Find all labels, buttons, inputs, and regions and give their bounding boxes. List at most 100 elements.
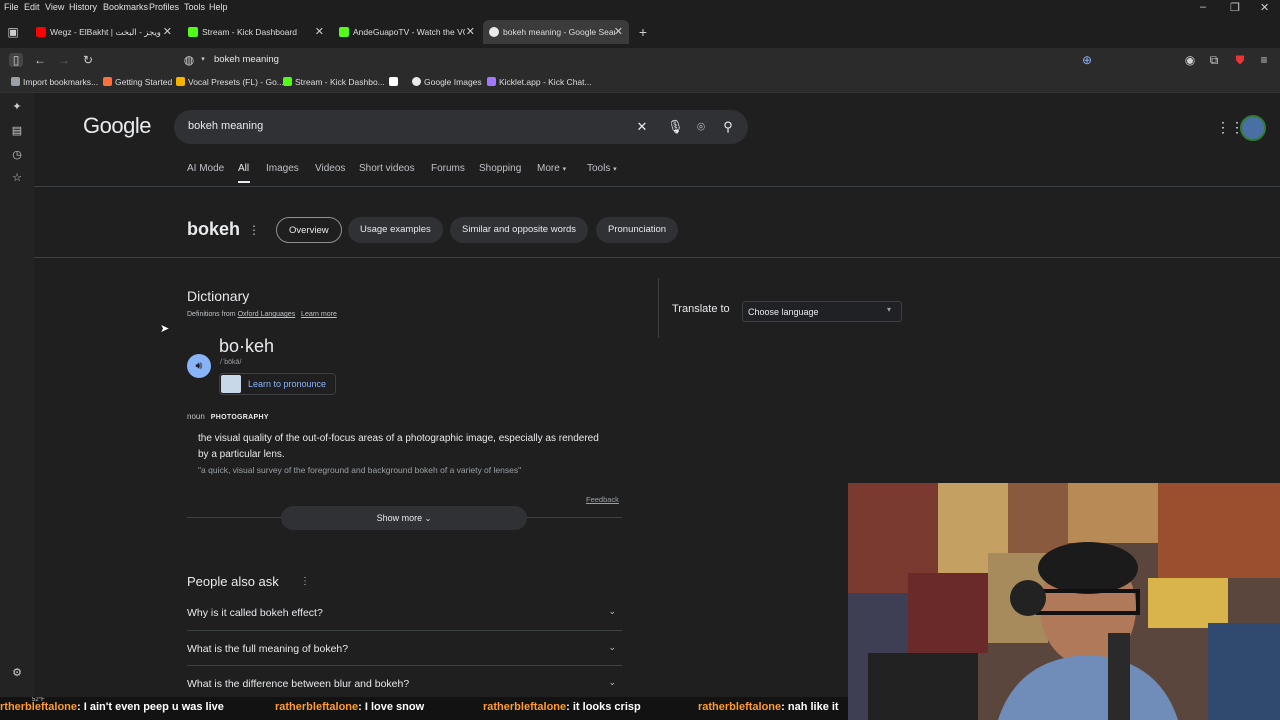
chip-overview[interactable]: Overview [276,217,342,243]
tab-all[interactable]: All [238,163,249,174]
ticker-user: ratherbleftalone [698,701,782,713]
close-tab-icon[interactable]: ✕ [466,25,475,38]
bookmark-label: Google Images [424,77,482,87]
close-window-icon[interactable]: ✕ [1260,1,1269,14]
site-info-icon[interactable]: ◍ [182,53,196,67]
learn-more-link[interactable]: Learn more [301,311,337,318]
bookmark-label: Vocal Presets (FL) - Go... [188,77,284,87]
bookmark-kicklet[interactable]: Kicklet.app - Kick Chat... [487,77,592,87]
ublock-icon[interactable]: ⛊ [1233,53,1247,67]
tab-title: AndeGuapoTV - Watch the VOD [353,27,465,37]
bookmark-kick-dashboard[interactable]: Stream - Kick Dashbo... [283,77,385,87]
chevron-down-icon: ▾ [613,166,617,173]
bookmarks-star-icon[interactable]: ☆ [10,171,24,185]
pos-label: noun [187,412,205,421]
chevron-down-icon[interactable]: ▾ [196,53,210,67]
chevron-down-icon: ⌄ [608,642,616,652]
tab-overview-icon[interactable]: ▣ [6,25,20,39]
more-options-icon[interactable]: ⋮ [248,223,260,237]
speaker-icon[interactable]: 🔊︎ [187,354,211,378]
menu-icon[interactable]: ≡ [1257,53,1271,67]
tab-tools[interactable]: Tools ▾ [587,163,617,174]
tab-forums[interactable]: Forums [431,163,465,174]
tab-wegz[interactable]: Wegz - ElBakht | ويجز - البخت ✕ [30,20,178,44]
menu-profiles[interactable]: Profiles [149,2,179,12]
minimize-icon[interactable]: – [1200,1,1206,13]
feedback-link[interactable]: Feedback [586,495,619,504]
tab-shopping[interactable]: Shopping [479,163,521,174]
chip-pronunciation[interactable]: Pronunciation [596,217,679,243]
menu-tools[interactable]: Tools [184,2,205,12]
paa-question[interactable]: What is the full meaning of bokeh? ⌄ [187,630,622,665]
chip-usage-examples[interactable]: Usage examples [348,217,443,243]
menu-file[interactable]: File [4,2,19,12]
tab-videos[interactable]: Videos [315,163,345,174]
menu-edit[interactable]: Edit [24,2,40,12]
close-tab-icon[interactable]: ✕ [614,25,623,38]
address-text[interactable]: bokeh meaning [214,54,279,65]
bookmark-google-images[interactable]: Google Images [412,77,482,87]
menu-bar: File Edit View History Bookmarks Profile… [0,0,1280,16]
tab-short-videos[interactable]: Short videos [359,163,415,174]
tab-more[interactable]: More ▾ [537,163,566,174]
sidebar-toggle-icon[interactable]: ▯ [9,53,23,67]
ticker-user: ratherbleftalone [483,701,567,713]
vertical-divider [658,278,659,338]
menu-bookmarks[interactable]: Bookmarks [103,2,148,12]
restore-icon[interactable]: ❐ [1230,1,1240,14]
kick-favicon-icon [339,27,349,37]
google-logo[interactable]: Google [83,113,151,139]
tab-kick-dashboard[interactable]: Stream - Kick Dashboard ✕ [182,20,330,44]
bookmark-import[interactable]: Import bookmarks... [11,77,98,87]
active-tab-indicator [238,181,250,183]
bookmark-label: Getting Started [115,77,173,87]
show-more-button[interactable]: Show more ⌄ [281,506,527,530]
avatar[interactable] [1240,115,1266,141]
close-tab-icon[interactable]: ✕ [163,25,172,38]
back-icon[interactable]: ← [33,53,47,67]
paa-question[interactable]: Why is it called bokeh effect? ⌄ [187,595,622,630]
clear-icon[interactable]: ✕ [634,119,650,135]
settings-gear-icon[interactable]: ⚙ [10,666,24,680]
microphone-icon[interactable]: 🎙︎ [667,119,684,135]
tab-andeguapo[interactable]: AndeGuapoTV - Watch the VOD ✕ [333,20,481,44]
extensions-icon[interactable]: ⧉ [1207,53,1221,67]
menu-view[interactable]: View [45,2,64,12]
lens-camera-icon[interactable]: ⌾ [693,119,709,135]
new-tab-icon[interactable]: + [636,25,650,39]
weather-temp: 52°F [32,697,45,703]
search-icon[interactable]: ⚲ [720,119,736,135]
oxford-link[interactable]: Oxford Languages [238,311,296,318]
history-icon[interactable]: ◷ [10,148,24,162]
drive-icon [176,77,185,86]
translate-page-icon[interactable]: ⊕ [1080,53,1094,67]
learn-to-pronounce-button[interactable]: Learn to pronounce [219,373,336,395]
search-query[interactable]: bokeh meaning [188,120,263,132]
ai-sparkle-icon[interactable]: ✦ [10,100,24,114]
tab-google-search[interactable]: bokeh meaning - Google Search ✕ [483,20,629,44]
search-input[interactable]: bokeh meaning ✕ 🎙︎ ⌾ ⚲ [174,110,748,144]
more-options-icon[interactable]: ⋮ [300,576,310,587]
address-bar[interactable]: ◍ ▾ bokeh meaning ⊕ [176,50,1102,70]
forward-icon[interactable]: → [57,53,71,67]
bookmark-label: Import bookmarks... [23,77,99,87]
dictionary-title: Dictionary [187,288,250,304]
close-tab-icon[interactable]: ✕ [315,25,324,38]
chip-similar-words[interactable]: Similar and opposite words [450,217,589,243]
tab-images[interactable]: Images [266,163,299,174]
reload-icon[interactable]: ↻ [81,53,95,67]
ticker-text: : it looks crisp [566,701,641,713]
bookmark-s[interactable] [389,77,401,87]
menu-help[interactable]: Help [209,2,228,12]
tab-ai-mode[interactable]: AI Mode [187,163,224,174]
account-icon[interactable]: ◉ [1183,53,1197,67]
menu-history[interactable]: History [69,2,97,12]
domain-label: PHOTOGRAPHY [210,414,269,421]
bookmark-getting-started[interactable]: Getting Started [103,77,172,87]
synced-tabs-icon[interactable]: ▤ [10,124,24,138]
language-select[interactable]: Choose language ▾ [742,301,902,322]
paa-question[interactable]: What is the difference between blur and … [187,665,622,700]
bookmark-vocal-presets[interactable]: Vocal Presets (FL) - Go... [176,77,284,87]
tab-title: Stream - Kick Dashboard [202,27,297,37]
part-of-speech: noun PHOTOGRAPHY [187,412,269,421]
